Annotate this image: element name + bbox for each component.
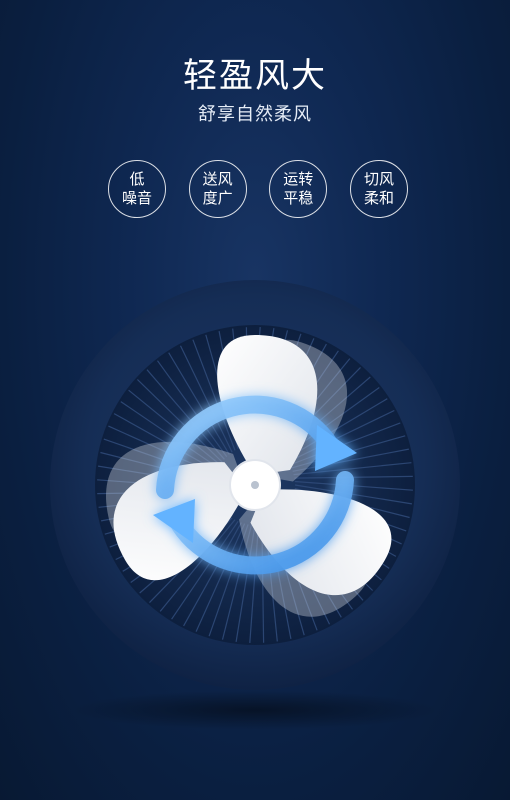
fan-icon	[50, 280, 460, 690]
feature-line2: 平稳	[283, 189, 314, 207]
fan-hub-center	[251, 481, 259, 489]
feature-line1: 送风	[202, 170, 233, 188]
feature-line1: 切风	[363, 170, 394, 188]
product-feature-page: 轻盈风大 舒享自然柔风 低 噪音 送风 度广 运转 平稳 切风 柔和	[0, 0, 510, 800]
fan-illustration	[45, 275, 465, 695]
fan-shadow	[70, 690, 440, 730]
page-subtitle: 舒享自然柔风	[198, 104, 312, 125]
feature-badge-soft-wind: 切风 柔和	[349, 160, 408, 218]
feature-badge-wide-airflow: 送风 度广	[188, 160, 247, 218]
feature-line2: 噪音	[121, 189, 152, 207]
feature-badge-stable-running: 运转 平稳	[269, 160, 328, 218]
feature-line2: 柔和	[363, 189, 394, 207]
feature-badge-low-noise: 低 噪音	[108, 160, 166, 218]
page-title: 轻盈风大	[183, 56, 327, 96]
feature-line1: 运转	[283, 170, 314, 188]
feature-line1: 低	[129, 170, 145, 188]
feature-badges: 低 噪音 送风 度广 运转 平稳 切风 柔和	[108, 160, 408, 220]
feature-line2: 度广	[202, 189, 233, 207]
